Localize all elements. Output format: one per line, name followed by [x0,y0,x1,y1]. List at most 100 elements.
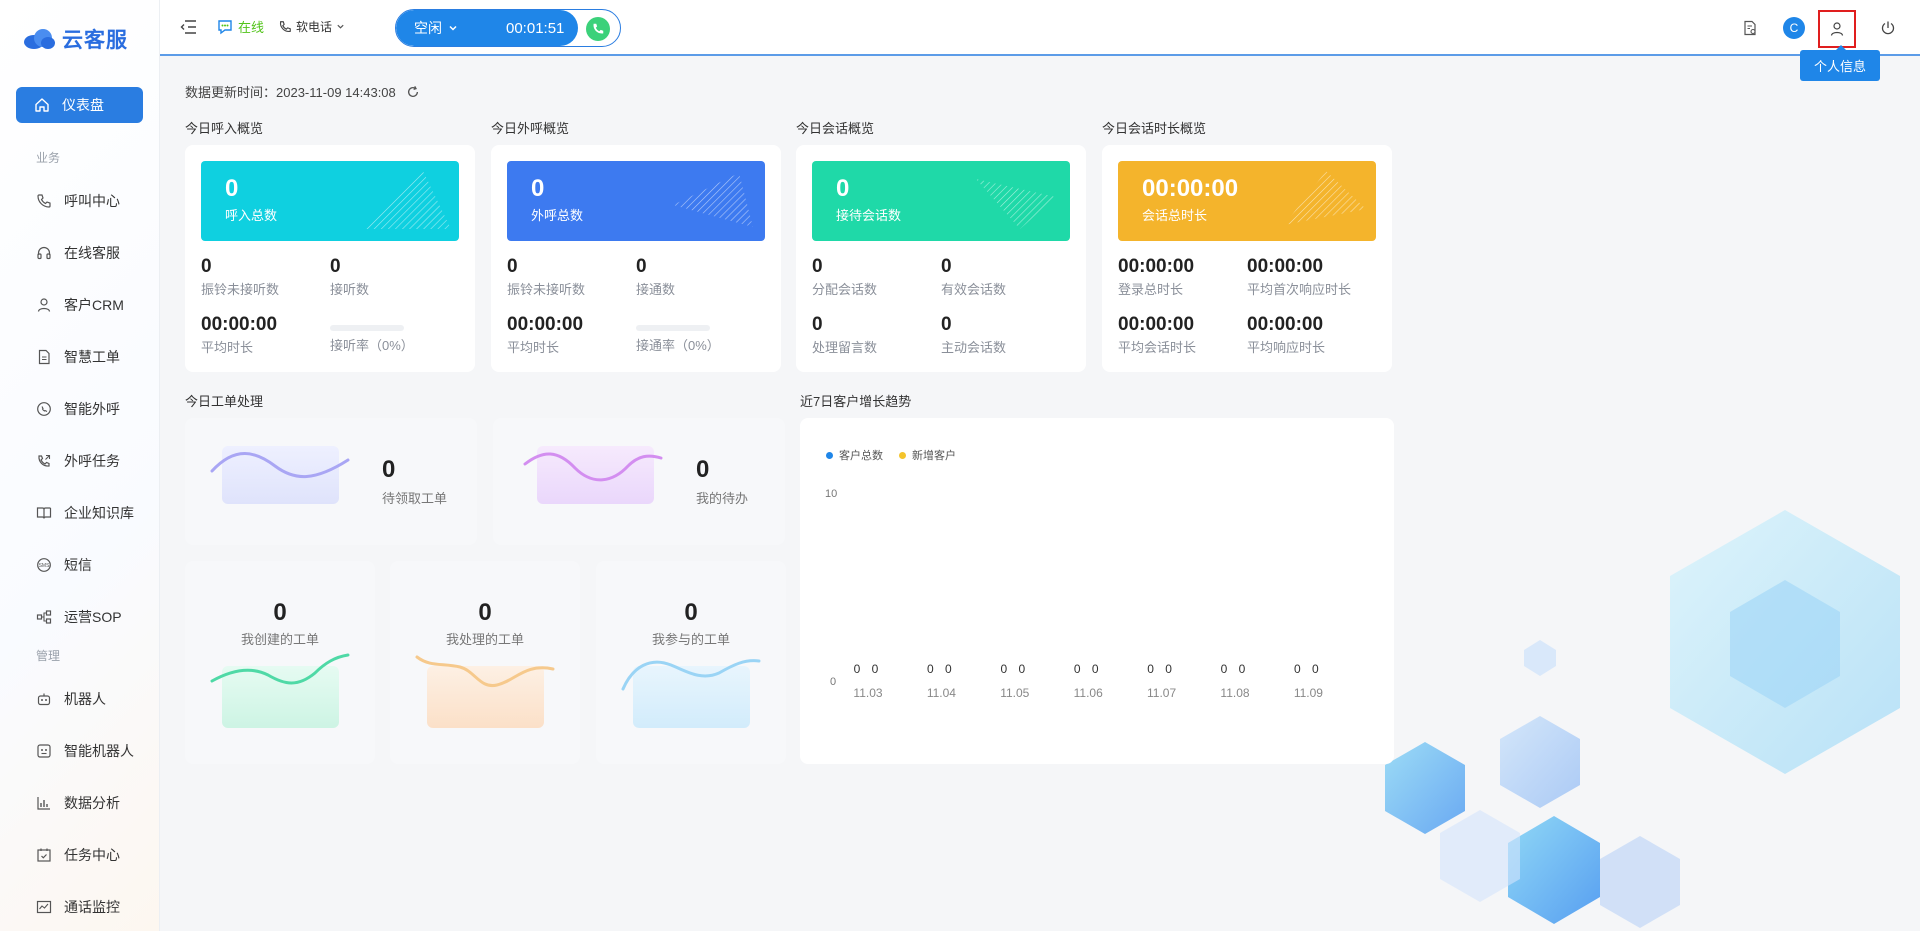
session-total-duration-banner: 00:00:00 会话总时长 [1118,161,1376,241]
metric-ring-unanswered: 0 振铃未接听数 [201,256,280,297]
legend-dot-total [826,451,833,459]
workorder-value: 0 [273,599,287,626]
metric-active-sessions: 0 主动会话数 [941,314,1007,355]
sidebar-item-sms[interactable]: SMS 短信 [0,539,159,591]
y-axis-max-label: 10 [825,488,838,500]
update-label: 数据更新时间： [185,85,277,100]
workorder-handled-by-me-card[interactable]: 0 我处理的工单 [390,561,580,764]
sidebar-item-label: 在线客服 [64,245,120,261]
metric-connected: 0 接通数 [636,256,676,297]
metric-answered: 0 接听数 [330,256,370,297]
workorder-label: 待领取工单 [382,491,448,506]
x-tick-label: 11.03 [853,686,883,700]
legend-label-new[interactable]: 新增客户 [912,447,956,463]
sidebar-item-call-center[interactable]: 呼叫中心 [0,175,159,227]
inbound-total-banner: 0 呼入总数 [201,161,459,241]
sidebar-item-outbound-task[interactable]: 外呼任务 [0,435,159,487]
user-icon [36,297,52,313]
banner-label: 外呼总数 [531,208,584,223]
striped-triangle-decoration [673,173,753,227]
data-label: 0 0 [1220,662,1250,676]
document-icon [36,349,52,365]
headset-icon [36,245,52,261]
dashboard-main: 数据更新时间：2023-11-09 14:43:08 今日呼入概览 今日外呼概览… [160,58,1920,931]
x-category-group: 0 0 11.04 [921,662,961,700]
phone-icon [36,193,52,209]
sidebar-item-label: 智慧工单 [64,349,120,365]
call-control: 空闲 00:01:51 [395,9,621,47]
data-update-row: 数据更新时间：2023-11-09 14:43:08 [185,82,420,101]
sidebar-item-label: 机器人 [64,691,106,707]
nav-section-management: 管理 [36,649,61,663]
menu-collapse-icon[interactable] [180,19,198,35]
sidebar-item-task-center[interactable]: 任务中心 [0,829,159,881]
monitor-icon [36,899,52,915]
metric-avg-first-response: 00:00:00 平均首次响应时长 [1247,256,1352,297]
metric-answer-rate: 接听率（0%） [330,319,414,354]
banner-value: 0 [836,175,850,202]
session-duration-overview-card: 00:00:00 会话总时长 00:00:00 登录总时长 00:00:00 平均首… [1102,145,1392,372]
chevron-down-icon [337,24,344,29]
sidebar-item-dashboard[interactable]: 仪表盘 [16,87,143,123]
sidebar-item-label: 仪表盘 [62,97,104,113]
legend-label-total[interactable]: 客户总数 [839,447,883,463]
workorder-pending-claim-card[interactable]: 0 待领取工单 [185,418,477,545]
agent-status[interactable]: 在线 软电话 [216,17,345,36]
call-timer: 00:01:51 [506,19,565,37]
sidebar-item-label: 数据分析 [64,795,120,811]
robot-icon [36,691,52,707]
calendar-check-icon [36,847,52,863]
x-tick-label: 11.08 [1220,686,1250,700]
x-tick-label: 11.09 [1293,686,1323,700]
workorder-created-by-me-card[interactable]: 0 我创建的工单 [185,561,375,764]
nav-section-business: 业务 [36,151,61,165]
x-category-group: 0 0 11.05 [995,662,1035,700]
refresh-icon[interactable] [406,85,420,99]
phone-type-select[interactable]: 软电话 [296,18,332,35]
document-settings-icon[interactable] [1740,18,1760,38]
sidebar-item-smart-outbound[interactable]: 智能外呼 [0,383,159,435]
data-label: 0 0 [853,662,883,676]
call-state-label: 空闲 [414,20,442,36]
sidebar-item-call-monitor[interactable]: 通话监控 [0,881,159,931]
power-icon[interactable] [1878,18,1898,38]
data-label: 0 0 [1073,662,1103,676]
workorder-participated-card[interactable]: 0 我参与的工单 [596,561,786,764]
sidebar-item-label: 呼叫中心 [64,193,120,209]
sidebar-item-crm[interactable]: 客户CRM [0,279,159,331]
app-logo[interactable]: 云客服 [0,0,159,78]
metric-avg-session-duration: 00:00:00 平均会话时长 [1118,314,1197,355]
sidebar-item-knowledge-base[interactable]: 企业知识库 [0,487,159,539]
sidebar-item-robot[interactable]: 机器人 [0,673,159,725]
workorder-label: 我创建的工单 [240,632,319,647]
metric-handled-messages: 0 处理留言数 [812,314,878,355]
bar-chart-icon [36,795,52,811]
sidebar-item-data-analysis[interactable]: 数据分析 [0,777,159,829]
banner-label: 接待会话数 [836,208,902,223]
x-tick-label: 11.06 [1073,686,1103,700]
x-category-group: 0 0 11.06 [1068,662,1108,700]
sidebar-item-smart-workorder[interactable]: 智慧工单 [0,331,159,383]
workorder-my-todo-card[interactable]: 0 我的待办 [493,418,785,545]
metric-assigned-sessions: 0 分配会话数 [812,256,878,297]
data-label: 0 0 [927,662,956,676]
answer-call-button[interactable] [586,17,610,41]
sidebar-item-label: 智能机器人 [64,743,134,759]
sidebar-item-label: 通话监控 [64,899,120,915]
status-label: 在线 [238,20,265,35]
avatar[interactable]: C [1783,17,1805,39]
session-overview-title: 今日会话概览 [796,121,875,136]
call-state-dropdown[interactable]: 空闲 [414,18,458,38]
x-tick-label: 11.07 [1147,686,1177,700]
sidebar-item-smart-robot[interactable]: 智能机器人 [0,725,159,777]
banner-value: 00:00:00 [1142,175,1239,202]
workorder-value: 0 [684,599,698,626]
personal-info-button[interactable] [1818,10,1856,48]
sidebar-item-label: 短信 [64,557,92,573]
sidebar-item-sop[interactable]: 运营SOP [0,591,159,643]
customer-trend-chart: 客户总数 新增客户 10 0 0 0 11.03 0 0 11.04 0 0 11.05 0… [800,418,1394,764]
banner-label: 呼入总数 [225,208,278,223]
wave-line-decoration [621,659,761,691]
sidebar-item-online-service[interactable]: 在线客服 [0,227,159,279]
metric-login-duration: 00:00:00 登录总时长 [1118,256,1195,297]
